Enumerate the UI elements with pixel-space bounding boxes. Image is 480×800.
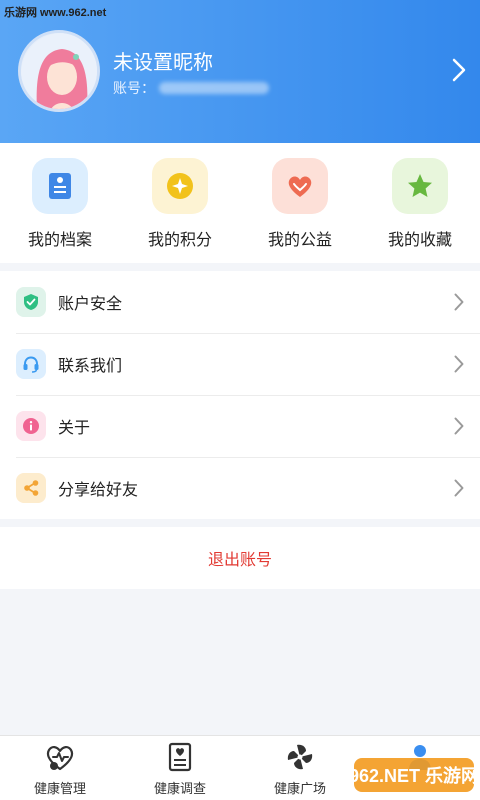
brand-logo-text: 962.NET 乐游网 (354, 765, 474, 786)
quick-label: 我的积分 (147, 230, 212, 249)
settings-menu: 账户安全 联系我们 关于 分享给好友 (0, 271, 480, 519)
account-number-redacted (159, 82, 269, 94)
chevron-right-icon (454, 355, 464, 373)
menu-label: 关于 (58, 418, 91, 437)
menu-item-about[interactable]: 关于 (0, 395, 480, 457)
points-coin-icon (152, 158, 208, 214)
profile-header[interactable]: 乐游网 www.962.net 未设置昵称 账号： (0, 0, 480, 143)
profile-doc-icon (32, 158, 88, 214)
menu-label: 联系我们 (58, 356, 123, 375)
avatar[interactable] (18, 30, 100, 112)
charity-heart-icon (272, 158, 328, 214)
pinwheel-icon (287, 744, 313, 770)
info-icon (16, 411, 46, 441)
menu-label: 分享给好友 (58, 480, 139, 499)
share-icon (16, 473, 46, 503)
chevron-right-icon[interactable] (452, 58, 466, 82)
quick-label: 我的档案 (27, 230, 92, 249)
logout-label: 退出账号 (207, 550, 272, 569)
nickname: 未设置昵称 (113, 50, 213, 74)
nav-label: 健康调查 (153, 782, 206, 797)
nav-label: 健康广场 (273, 782, 326, 797)
quick-actions: 我的档案 我的积分 我的公益 我的收藏 (0, 143, 480, 263)
menu-label: 账户安全 (58, 294, 123, 313)
nav-item-health-management[interactable]: 健康管理 (0, 736, 120, 800)
watermark: 乐游网 www.962.net (4, 7, 107, 19)
shield-icon (16, 287, 46, 317)
chevron-right-icon (454, 417, 464, 435)
menu-item-contact-us[interactable]: 联系我们 (0, 333, 480, 395)
quick-label: 我的收藏 (387, 230, 452, 249)
headset-icon (16, 349, 46, 379)
account-row: 账号： (113, 78, 269, 98)
quick-item-points[interactable]: 我的积分 (120, 143, 240, 263)
nav-item-health-survey[interactable]: 健康调查 (120, 736, 240, 800)
nav-label: 健康管理 (33, 782, 86, 797)
quick-label: 我的公益 (267, 230, 332, 249)
health-heart-icon (46, 746, 74, 771)
logout-button[interactable]: 退出账号 (0, 527, 480, 589)
quick-item-charity[interactable]: 我的公益 (240, 143, 360, 263)
account-label: 账号： (113, 81, 155, 97)
quick-item-profile[interactable]: 我的档案 (0, 143, 120, 263)
menu-item-share[interactable]: 分享给好友 (0, 457, 480, 519)
nav-item-health-plaza[interactable]: 健康广场 (240, 736, 360, 800)
menu-item-account-security[interactable]: 账户安全 (0, 271, 480, 333)
brand-logo: 962.NET 乐游网 (354, 758, 474, 792)
bottom-nav: 健康管理 健康调查 健康广场 962.NET 乐游网 (0, 735, 480, 800)
chevron-right-icon (454, 479, 464, 497)
favorite-star-icon (392, 158, 448, 214)
quick-item-favorites[interactable]: 我的收藏 (360, 143, 480, 263)
chevron-right-icon (454, 293, 464, 311)
survey-clipboard-icon (168, 742, 192, 772)
